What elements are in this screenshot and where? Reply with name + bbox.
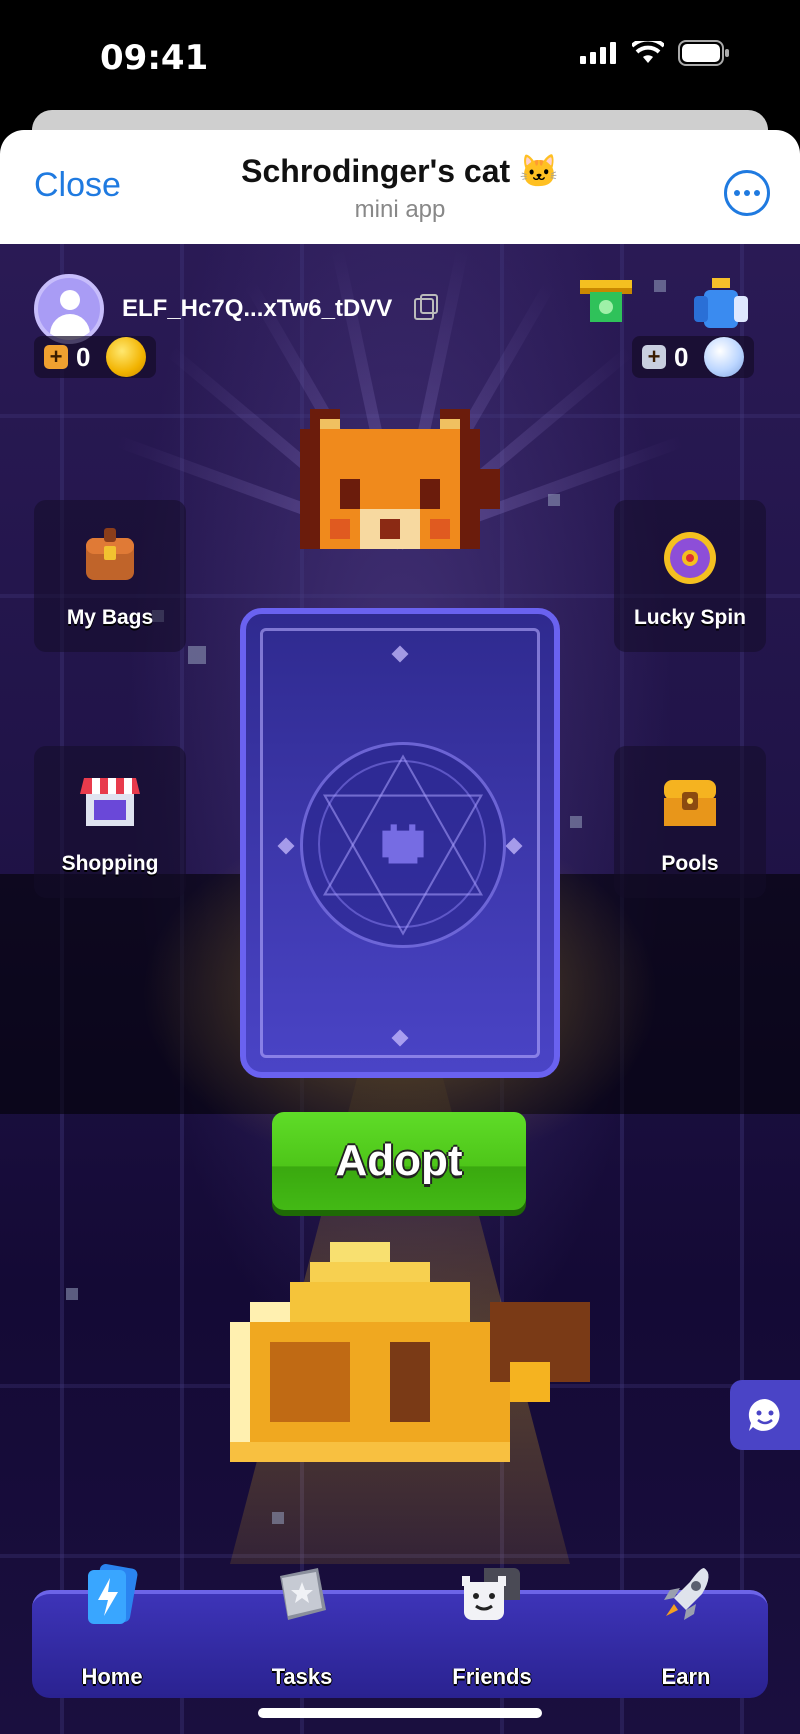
rocket-icon (664, 1568, 709, 1620)
nav-tasks-label: Tasks (271, 1664, 333, 1689)
user-info: ELF_Hc7Q...xTw6_tDVV (34, 274, 439, 344)
diamond-amount: 0 (674, 341, 689, 372)
shopping-label: Shopping (61, 852, 159, 875)
plus-icon[interactable]: + (642, 345, 666, 369)
my-bags-label: My Bags (66, 606, 154, 629)
trophy-cup-icon[interactable] (690, 274, 752, 336)
chat-support-button[interactable] (730, 1380, 800, 1450)
smile-chat-icon (748, 1398, 780, 1431)
diamond-counter[interactable]: + 0 (632, 336, 755, 378)
pools-label: Pools (661, 852, 719, 875)
pixel-cat-icon (300, 409, 500, 549)
adopt-button[interactable]: Adopt (272, 1112, 526, 1210)
plus-icon[interactable]: + (44, 345, 68, 369)
diamond-coin-icon (704, 337, 745, 377)
wallet-address: ELF_Hc7Q...xTw6_tDVV (122, 295, 393, 322)
cards-lightning-icon (88, 1564, 138, 1624)
app-title: Schrodinger's cat 🐱 (241, 153, 559, 189)
pixel-chest-icon (230, 1242, 590, 1462)
gold-amount: 0 (76, 341, 91, 372)
lucky-spin-label: Lucky Spin (633, 606, 747, 629)
mini-app-header: Close Schrodinger's cat 🐱 mini app (0, 130, 800, 244)
home-indicator[interactable] (258, 1708, 542, 1718)
shopping-button[interactable]: Shopping (34, 746, 186, 898)
game-area: ELF_Hc7Q...xTw6_tDVV + 0 + 0 My Bags Luc… (0, 244, 800, 1734)
signal-icon (580, 42, 616, 64)
gold-coin-icon (106, 337, 147, 377)
cash-icon[interactable] (578, 274, 634, 330)
nav-earn-label: Earn (661, 1664, 711, 1689)
pools-button[interactable]: Pools (614, 746, 766, 898)
battery-icon (678, 40, 729, 66)
bottom-nav: Home Tasks Friends Earn (32, 1564, 768, 1698)
more-options-button[interactable] (724, 170, 770, 216)
nav-friends-label: Friends (452, 1664, 532, 1689)
nav-home-label: Home (81, 1664, 143, 1689)
lucky-spin-button[interactable]: Lucky Spin (614, 500, 766, 652)
app-subtitle: mini app (354, 196, 446, 223)
hexagram-icon (322, 754, 484, 936)
spin-wheel-icon (664, 532, 716, 584)
book-star-icon (280, 1568, 326, 1620)
avatar[interactable] (34, 274, 104, 344)
nav-tasks[interactable]: Tasks (232, 1568, 372, 1698)
status-time: 09:41 (100, 38, 209, 78)
gold-counter[interactable]: + 0 (34, 336, 157, 378)
copy-icon[interactable] (414, 294, 439, 320)
wifi-icon (632, 41, 664, 63)
mystery-card[interactable] (240, 608, 560, 1078)
my-bags-button[interactable]: My Bags (34, 500, 186, 652)
nav-earn[interactable]: Earn (616, 1568, 756, 1698)
bag-icon (86, 528, 134, 580)
ghost-faces-icon (462, 1568, 520, 1620)
shop-icon (80, 778, 140, 826)
nav-friends[interactable]: Friends (422, 1568, 562, 1698)
status-icons (580, 40, 730, 66)
nav-home[interactable]: Home (42, 1564, 182, 1698)
status-bar: 09:41 (0, 0, 800, 120)
treasure-chest-icon (664, 780, 716, 826)
